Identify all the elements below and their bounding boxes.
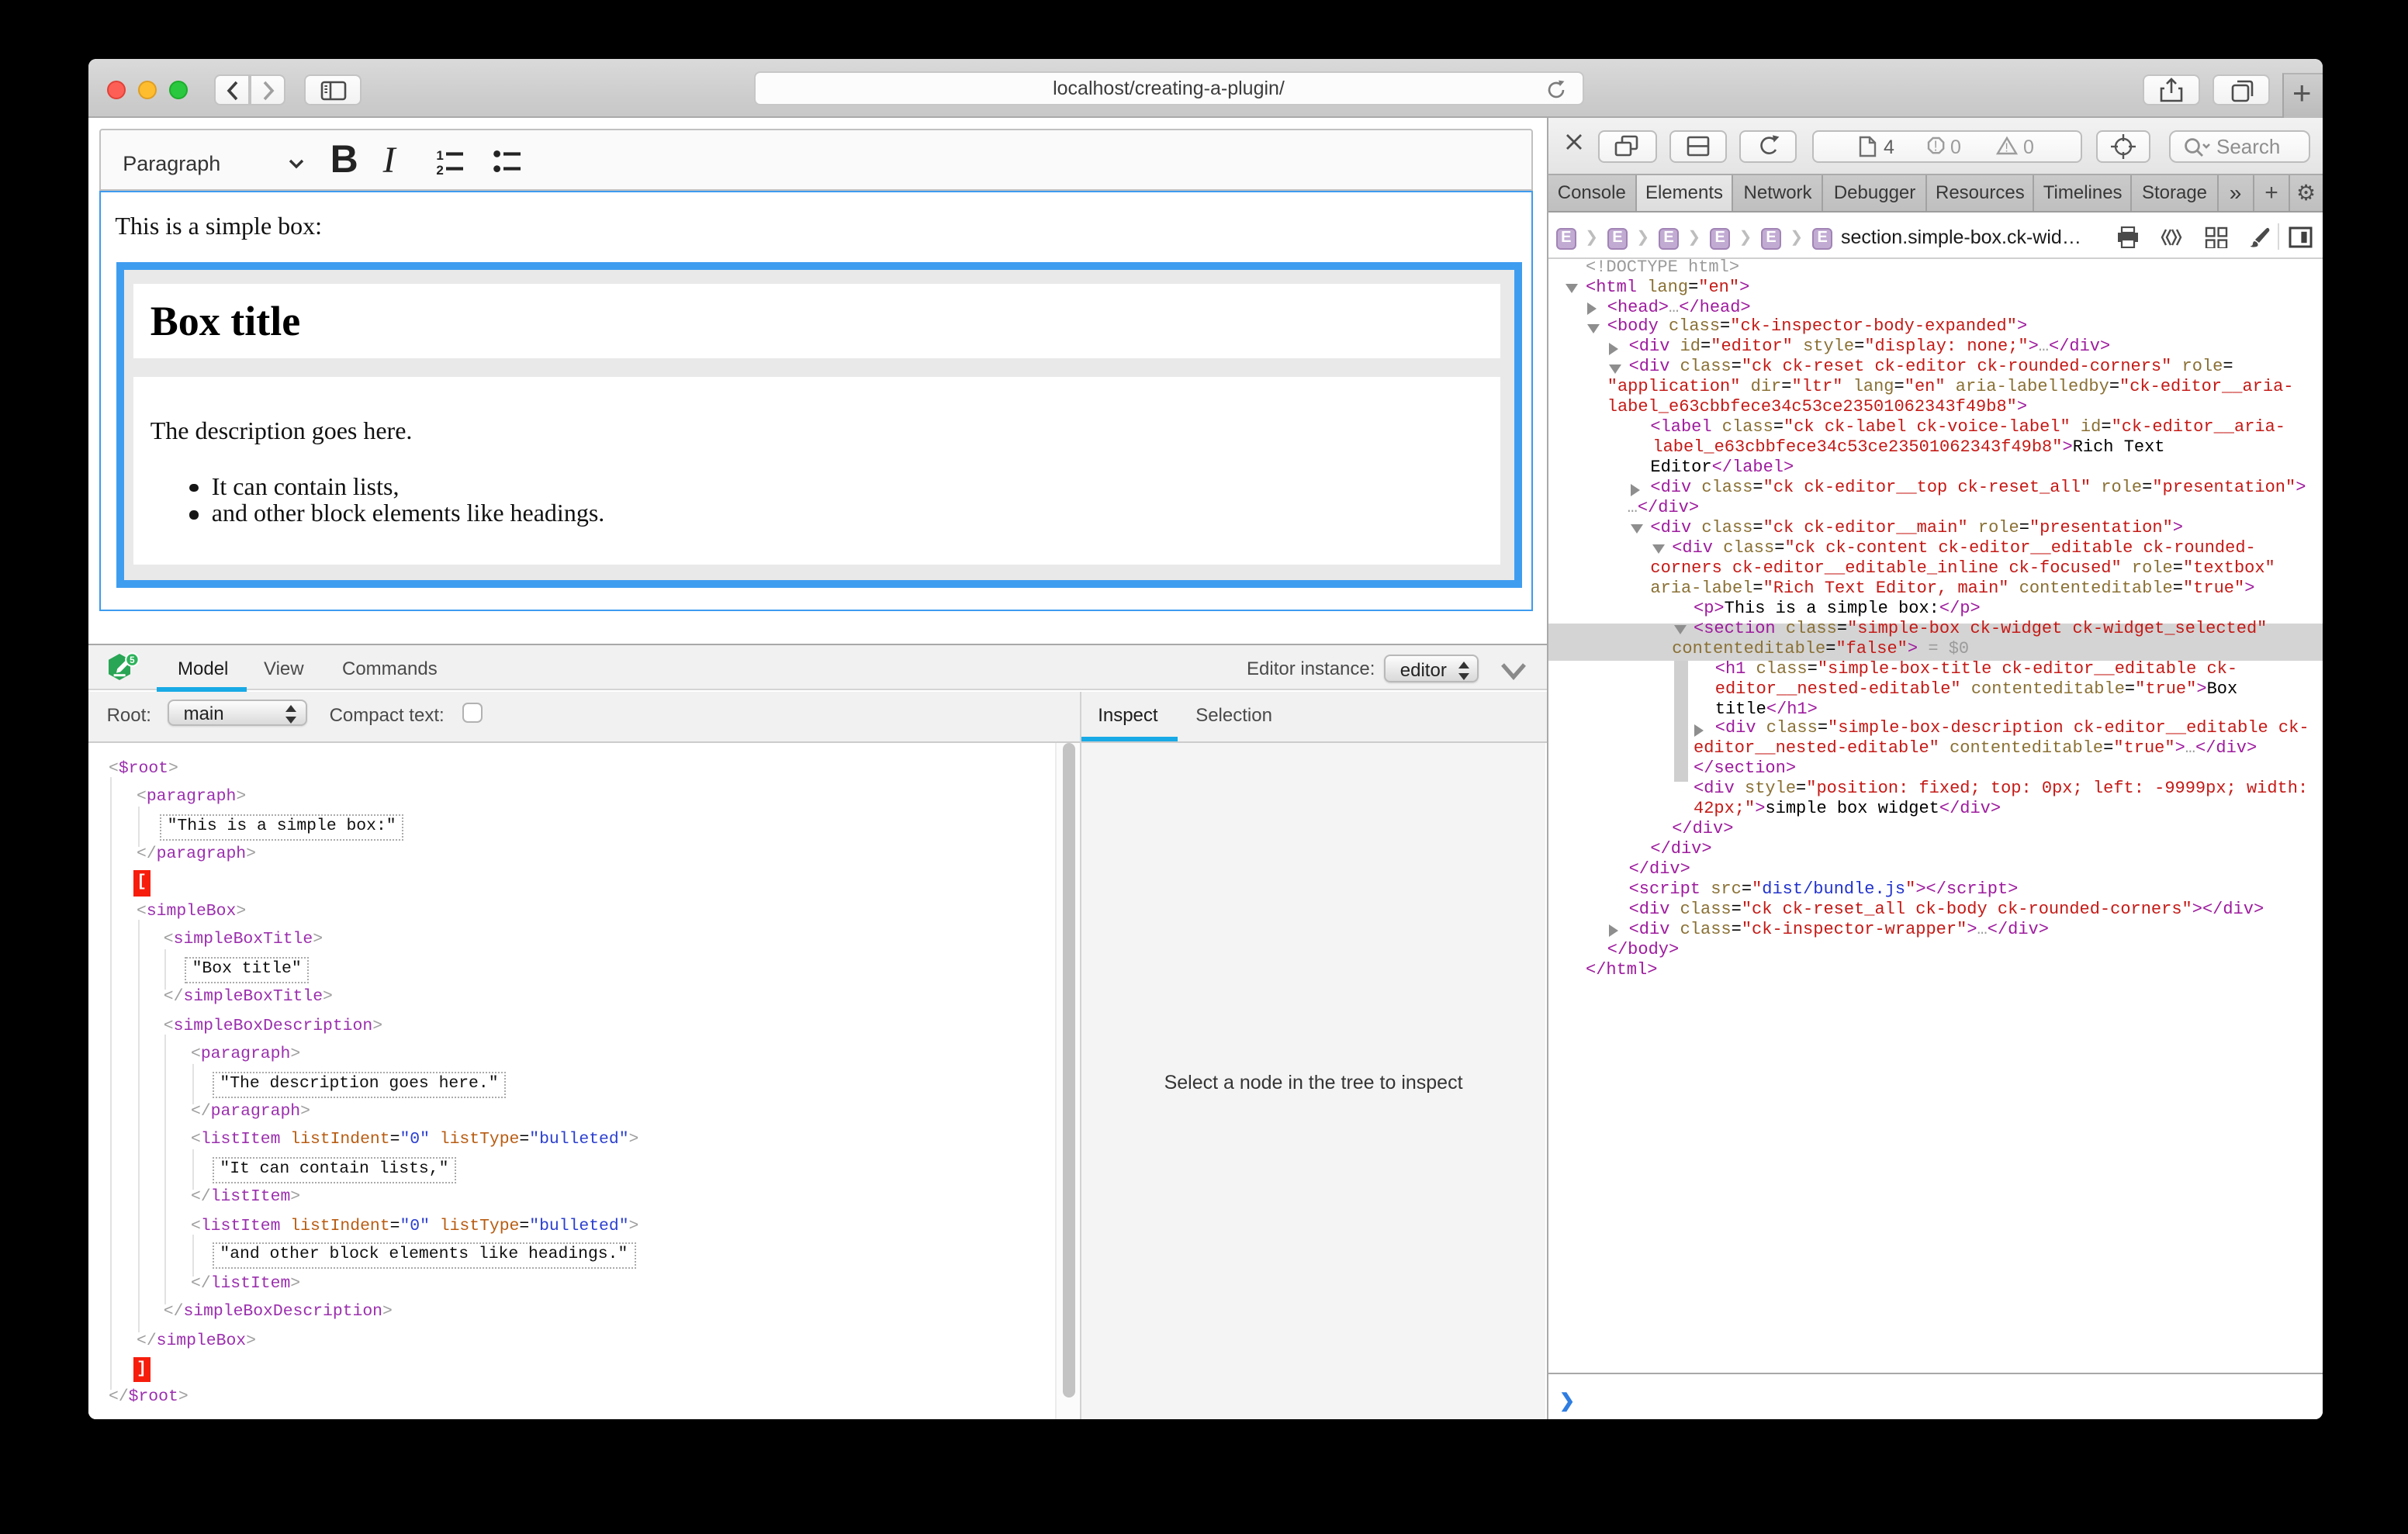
svg-text:!: ! [2005, 141, 2008, 154]
svg-text:2: 2 [436, 163, 443, 175]
svg-text:0: 0 [2023, 136, 2034, 158]
svg-text:0: 0 [1950, 136, 1961, 158]
svg-text:5: 5 [130, 655, 135, 665]
svg-text:4: 4 [1884, 136, 1894, 158]
svg-text:1: 1 [436, 148, 443, 163]
svg-text:!: ! [1934, 138, 1938, 154]
